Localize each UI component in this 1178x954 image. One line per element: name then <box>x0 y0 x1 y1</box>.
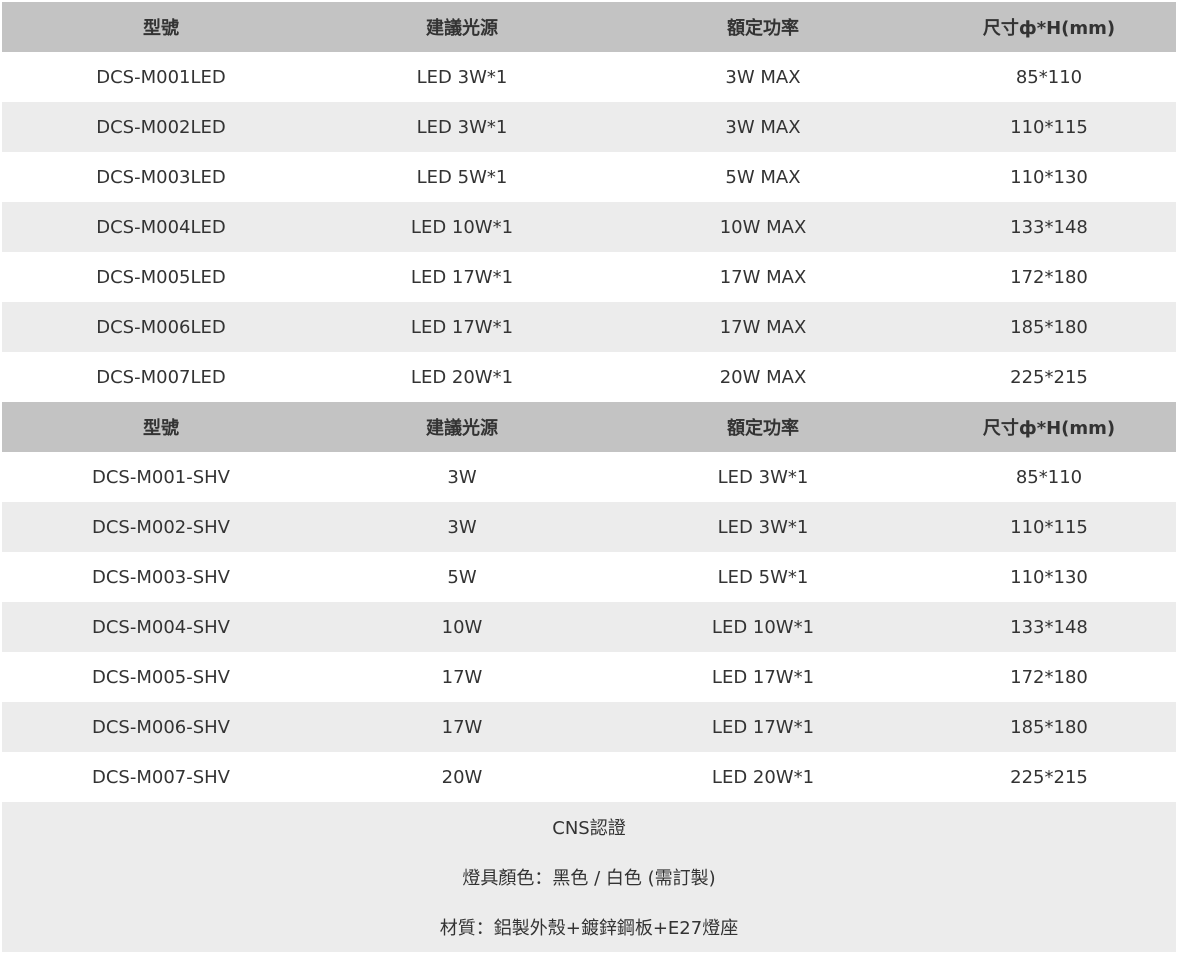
column-header-dimensions: 尺寸ф*H(mm) <box>922 2 1176 52</box>
cell-model: DCS-M001LED <box>2 52 320 102</box>
cell-light-source: LED 10W*1 <box>320 202 604 252</box>
cell-dimensions: 110*130 <box>922 552 1176 602</box>
cell-light-source: 17W <box>320 702 604 752</box>
column-header-model: 型號 <box>2 2 320 52</box>
cell-light-source: 17W <box>320 652 604 702</box>
cell-dimensions: 185*180 <box>922 702 1176 752</box>
cell-rated-power: 10W MAX <box>604 202 922 252</box>
cell-dimensions: 133*148 <box>922 202 1176 252</box>
cell-dimensions: 225*215 <box>922 752 1176 802</box>
cell-light-source: LED 17W*1 <box>320 302 604 352</box>
column-header-rated-power: 額定功率 <box>604 402 922 452</box>
cell-dimensions: 110*130 <box>922 152 1176 202</box>
note-text: 材質：鋁製外殼+鍍鋅鋼板+E27燈座 <box>2 902 1176 952</box>
cell-rated-power: 20W MAX <box>604 352 922 402</box>
note-text: 燈具顏色：黑色 / 白色 (需訂製) <box>2 852 1176 902</box>
cell-model: DCS-M007LED <box>2 352 320 402</box>
table-header-row: 型號 建議光源 額定功率 尺寸ф*H(mm) <box>2 2 1176 52</box>
cell-dimensions: 85*110 <box>922 52 1176 102</box>
cell-model: DCS-M006-SHV <box>2 702 320 752</box>
cell-model: DCS-M004-SHV <box>2 602 320 652</box>
table-header-row: 型號 建議光源 額定功率 尺寸ф*H(mm) <box>2 402 1176 452</box>
column-header-model: 型號 <box>2 402 320 452</box>
table-row: DCS-M002LED LED 3W*1 3W MAX 110*115 <box>2 102 1176 152</box>
cell-model: DCS-M006LED <box>2 302 320 352</box>
table-row: DCS-M004-SHV 10W LED 10W*1 133*148 <box>2 602 1176 652</box>
product-spec-table: 型號 建議光源 額定功率 尺寸ф*H(mm) DCS-M001LED LED 3W*1 3W… <box>2 2 1176 952</box>
table-row: DCS-M007-SHV 20W LED 20W*1 225*215 <box>2 752 1176 802</box>
note-text: CNS認證 <box>2 802 1176 852</box>
cell-model: DCS-M005-SHV <box>2 652 320 702</box>
cell-dimensions: 85*110 <box>922 452 1176 502</box>
cell-rated-power: LED 10W*1 <box>604 602 922 652</box>
cell-dimensions: 172*180 <box>922 652 1176 702</box>
cell-dimensions: 172*180 <box>922 252 1176 302</box>
table-row: DCS-M001-SHV 3W LED 3W*1 85*110 <box>2 452 1176 502</box>
table-row: DCS-M002-SHV 3W LED 3W*1 110*115 <box>2 502 1176 552</box>
column-header-dimensions: 尺寸ф*H(mm) <box>922 402 1176 452</box>
cell-model: DCS-M002-SHV <box>2 502 320 552</box>
cell-rated-power: 17W MAX <box>604 302 922 352</box>
table-row: DCS-M001LED LED 3W*1 3W MAX 85*110 <box>2 52 1176 102</box>
cell-model: DCS-M003LED <box>2 152 320 202</box>
cell-light-source: LED 20W*1 <box>320 352 604 402</box>
table-row: DCS-M003LED LED 5W*1 5W MAX 110*130 <box>2 152 1176 202</box>
note-row: 燈具顏色：黑色 / 白色 (需訂製) <box>2 852 1176 902</box>
cell-rated-power: 3W MAX <box>604 52 922 102</box>
cell-model: DCS-M002LED <box>2 102 320 152</box>
table-row: DCS-M004LED LED 10W*1 10W MAX 133*148 <box>2 202 1176 252</box>
cell-model: DCS-M005LED <box>2 252 320 302</box>
cell-model: DCS-M004LED <box>2 202 320 252</box>
cell-rated-power: 3W MAX <box>604 102 922 152</box>
column-header-rated-power: 額定功率 <box>604 2 922 52</box>
note-row: CNS認證 <box>2 802 1176 852</box>
cell-light-source: 5W <box>320 552 604 602</box>
cell-light-source: 10W <box>320 602 604 652</box>
table-row: DCS-M006LED LED 17W*1 17W MAX 185*180 <box>2 302 1176 352</box>
cell-rated-power: LED 3W*1 <box>604 502 922 552</box>
table-row: DCS-M005LED LED 17W*1 17W MAX 172*180 <box>2 252 1176 302</box>
column-header-light-source: 建議光源 <box>320 2 604 52</box>
cell-light-source: 3W <box>320 502 604 552</box>
cell-dimensions: 185*180 <box>922 302 1176 352</box>
cell-dimensions: 110*115 <box>922 102 1176 152</box>
cell-rated-power: 17W MAX <box>604 252 922 302</box>
table-row: DCS-M006-SHV 17W LED 17W*1 185*180 <box>2 702 1176 752</box>
cell-rated-power: LED 17W*1 <box>604 702 922 752</box>
note-row: 材質：鋁製外殼+鍍鋅鋼板+E27燈座 <box>2 902 1176 952</box>
table-row: DCS-M005-SHV 17W LED 17W*1 172*180 <box>2 652 1176 702</box>
cell-light-source: 3W <box>320 452 604 502</box>
cell-rated-power: LED 3W*1 <box>604 452 922 502</box>
cell-rated-power: LED 20W*1 <box>604 752 922 802</box>
spec-table-body: 型號 建議光源 額定功率 尺寸ф*H(mm) DCS-M001LED LED 3W*1 3W… <box>2 2 1176 952</box>
cell-model: DCS-M003-SHV <box>2 552 320 602</box>
cell-light-source: LED 17W*1 <box>320 252 604 302</box>
column-header-light-source: 建議光源 <box>320 402 604 452</box>
cell-model: DCS-M001-SHV <box>2 452 320 502</box>
table-row: DCS-M007LED LED 20W*1 20W MAX 225*215 <box>2 352 1176 402</box>
cell-rated-power: LED 5W*1 <box>604 552 922 602</box>
cell-dimensions: 133*148 <box>922 602 1176 652</box>
cell-light-source: LED 5W*1 <box>320 152 604 202</box>
cell-light-source: 20W <box>320 752 604 802</box>
cell-dimensions: 225*215 <box>922 352 1176 402</box>
cell-dimensions: 110*115 <box>922 502 1176 552</box>
cell-model: DCS-M007-SHV <box>2 752 320 802</box>
cell-rated-power: 5W MAX <box>604 152 922 202</box>
cell-rated-power: LED 17W*1 <box>604 652 922 702</box>
table-row: DCS-M003-SHV 5W LED 5W*1 110*130 <box>2 552 1176 602</box>
cell-light-source: LED 3W*1 <box>320 52 604 102</box>
cell-light-source: LED 3W*1 <box>320 102 604 152</box>
